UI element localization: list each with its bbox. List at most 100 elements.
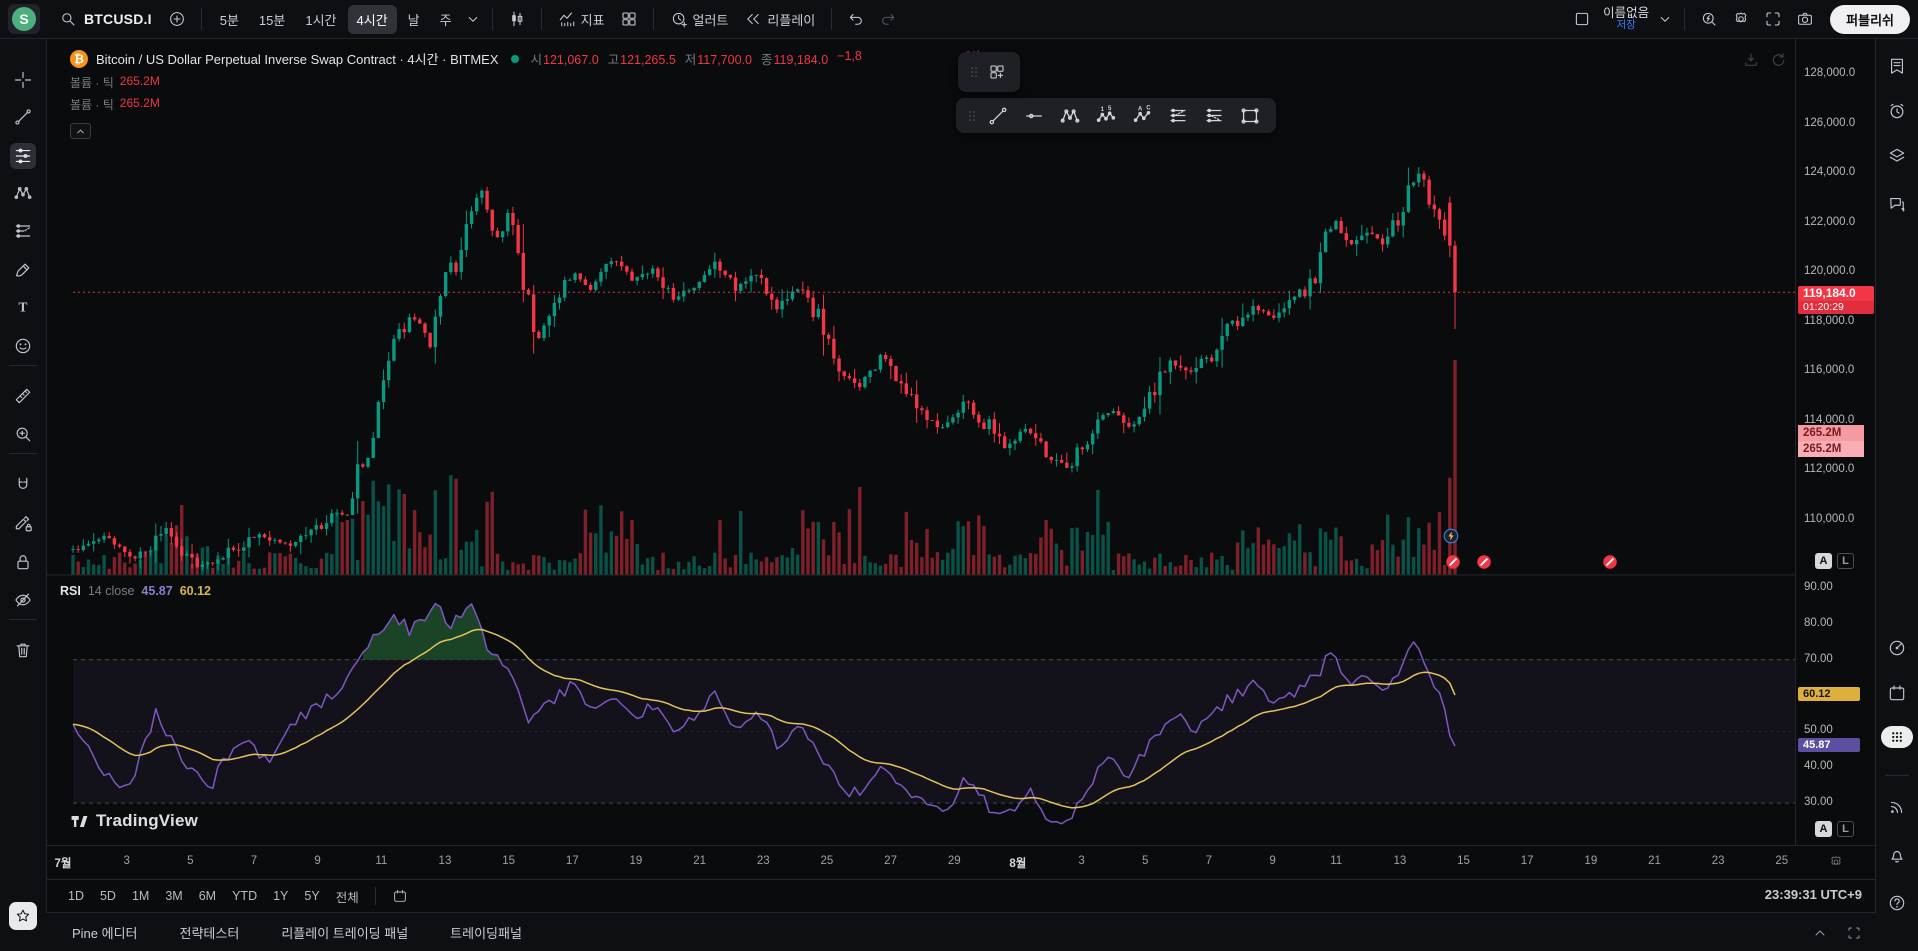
indicator-templates-icon[interactable] <box>614 5 644 33</box>
drawing-mode-tool[interactable] <box>10 510 36 536</box>
go-to-date-icon[interactable] <box>384 884 416 908</box>
range-1M-button[interactable]: 1M <box>124 885 157 907</box>
xabcd-pattern-tool[interactable] <box>1052 101 1088 131</box>
indicators-button[interactable]: 지표 <box>551 6 612 33</box>
settings-icon[interactable] <box>1726 5 1756 33</box>
abc-correction-tool[interactable]: AC <box>1124 101 1160 131</box>
compare-add-icon[interactable] <box>162 5 192 33</box>
tab-1[interactable]: Pine 에디터 <box>62 917 148 948</box>
redo-icon[interactable] <box>873 5 903 33</box>
time-axis-settings-icon[interactable] <box>1828 854 1844 870</box>
screenshot-icon[interactable] <box>1790 5 1820 33</box>
log-scale-badge[interactable]: L <box>1837 553 1854 569</box>
fib-retracement-tool[interactable] <box>10 143 36 169</box>
clock[interactable]: 23:39:31 UTC+9 <box>1765 887 1862 902</box>
rsi-legend[interactable]: RSI 14 close 45.87 60.12 <box>60 584 211 598</box>
volume-indicator-row[interactable]: 볼륨 · 틱 265.2M <box>70 96 160 113</box>
auto-scale-badge[interactable]: A <box>1815 821 1832 837</box>
magnet-tool[interactable] <box>10 472 36 498</box>
volume-indicator-row[interactable]: 볼륨 · 틱 265.2M <box>70 74 160 91</box>
pane-refresh-icon[interactable] <box>1769 51 1787 69</box>
tab-2[interactable]: 전략테스터 <box>170 917 250 948</box>
screener-target-icon[interactable] <box>1884 635 1910 661</box>
apps-grid-icon[interactable] <box>1881 726 1913 748</box>
publish-button[interactable]: 퍼블리쉬 <box>1830 5 1910 34</box>
help-icon[interactable] <box>1884 890 1910 916</box>
watchlist-icon[interactable] <box>1884 53 1910 79</box>
emoji-tool[interactable] <box>10 333 36 359</box>
replay-button[interactable]: 리플레이 <box>737 6 822 33</box>
broadcast-signal-icon[interactable] <box>1884 794 1910 820</box>
chart-style-icon[interactable] <box>502 5 532 33</box>
range-5Y-button[interactable]: 5Y <box>296 885 327 907</box>
notifications-bell-icon[interactable] <box>1884 842 1910 868</box>
quick-search-icon[interactable] <box>1694 5 1724 33</box>
log-scale-badge[interactable]: L <box>1837 821 1854 837</box>
instant-trading-icon[interactable] <box>1442 527 1460 545</box>
legend-collapse-button[interactable] <box>70 123 91 139</box>
zoom-in-tool[interactable] <box>10 421 36 447</box>
add-layout-icon[interactable] <box>982 57 1012 87</box>
range-6M-button[interactable]: 6M <box>191 885 224 907</box>
favorite-tools-star-button[interactable] <box>9 902 37 930</box>
alerts-clock-icon[interactable] <box>1884 98 1910 124</box>
horizontal-ray-tool[interactable] <box>1016 101 1052 131</box>
drag-handle-icon[interactable] <box>964 103 980 129</box>
timeframe-날[interactable]: 날 <box>399 5 429 34</box>
remove-objects-tool[interactable] <box>10 637 36 663</box>
forecast-position-tool[interactable] <box>10 218 36 244</box>
undo-icon[interactable] <box>841 5 871 33</box>
object-tree-icon[interactable] <box>1884 143 1910 169</box>
crosshair-tool[interactable] <box>10 67 36 93</box>
no-entry-icon[interactable] <box>1475 553 1493 571</box>
timeframe-주[interactable]: 주 <box>431 5 461 34</box>
no-entry-icon[interactable] <box>1601 553 1619 571</box>
ruler-tool[interactable] <box>10 383 36 409</box>
symbol-search-button[interactable]: BTCUSD.I <box>50 5 160 33</box>
mini-floating-toolbar[interactable] <box>958 52 1020 92</box>
timeframe-menu-chevron-icon[interactable] <box>463 5 483 33</box>
time-scale[interactable]: 7월3579111315171921232527298월357911131517… <box>46 845 1876 880</box>
hide-all-tool[interactable] <box>10 587 36 613</box>
tab-4[interactable]: 트레이딩패널 <box>440 917 532 948</box>
chart-area[interactable]: ₿ Bitcoin / US Dollar Perpetual Inverse … <box>46 39 1876 912</box>
trend-line-tool[interactable] <box>980 101 1016 131</box>
range-1D-button[interactable]: 1D <box>60 885 92 907</box>
brush-tool[interactable] <box>10 257 36 283</box>
layout-name-button[interactable]: 이름없음 저장 <box>1599 6 1653 32</box>
pane-download-icon[interactable] <box>1742 51 1760 69</box>
account-menu-button[interactable]: S <box>8 4 40 34</box>
range-전체-button[interactable]: 전체 <box>328 883 367 910</box>
alert-button[interactable]: 얼러트 <box>663 6 736 33</box>
xabcd-pattern-tool[interactable] <box>10 180 36 206</box>
fullscreen-icon[interactable] <box>1758 5 1788 33</box>
calendar-icon[interactable] <box>1884 680 1910 706</box>
range-YTD-button[interactable]: YTD <box>224 885 265 907</box>
chat-icon[interactable] <box>1884 191 1910 217</box>
tradingview-watermark[interactable]: TradingView <box>70 811 198 831</box>
timeframe-15분[interactable]: 15분 <box>250 5 294 34</box>
tab-3[interactable]: 리플레이 트레이딩 패널 <box>271 917 418 948</box>
panel-maximize-icon[interactable] <box>1846 925 1862 941</box>
text-tool[interactable]: T <box>10 294 36 320</box>
auto-scale-badge[interactable]: A <box>1815 553 1832 569</box>
drag-handle-icon[interactable] <box>966 59 982 85</box>
panel-expand-icon[interactable] <box>1812 925 1828 941</box>
timeframe-4시간[interactable]: 4시간 <box>348 5 397 34</box>
trend-line-tool[interactable] <box>10 104 36 130</box>
chart-legend[interactable]: ₿ Bitcoin / US Dollar Perpetual Inverse … <box>70 49 981 68</box>
rectangle-tool[interactable] <box>1232 101 1268 131</box>
price-scale[interactable]: 119,184.0 01:20:29 265.2M 265.2M 60.12 4… <box>1795 39 1876 845</box>
range-3M-button[interactable]: 3M <box>157 885 190 907</box>
favorite-drawings-toolbar[interactable]: 15AC <box>956 98 1276 133</box>
lock-all-tool[interactable] <box>10 549 36 575</box>
range-5D-button[interactable]: 5D <box>92 885 124 907</box>
timeframe-5분[interactable]: 5분 <box>211 5 248 34</box>
layout-menu-chevron-icon[interactable] <box>1655 5 1675 33</box>
elliott-impulse-wave-tool[interactable]: 15 <box>1088 101 1124 131</box>
long-position-tool[interactable] <box>1160 101 1196 131</box>
timeframe-1시간[interactable]: 1시간 <box>296 5 345 34</box>
layout-select-icon[interactable] <box>1567 5 1597 33</box>
no-entry-icon[interactable] <box>1444 553 1462 571</box>
range-1Y-button[interactable]: 1Y <box>265 885 296 907</box>
